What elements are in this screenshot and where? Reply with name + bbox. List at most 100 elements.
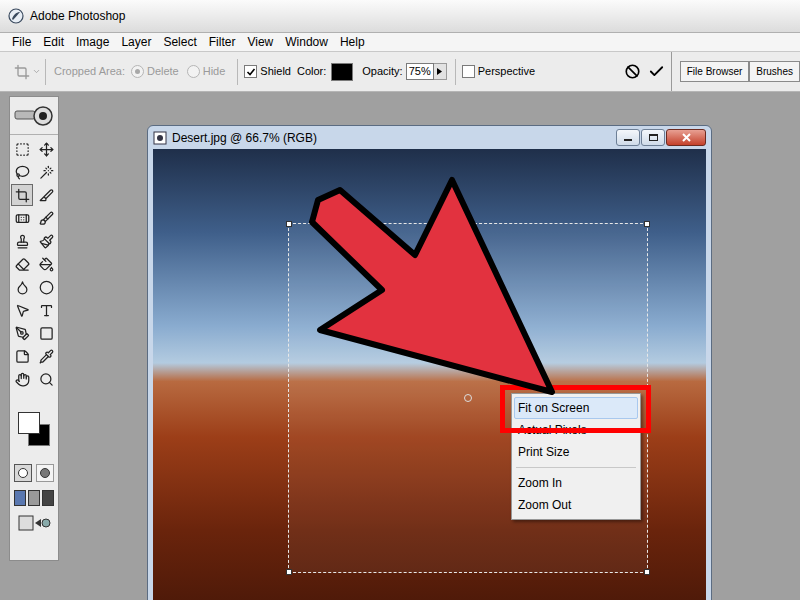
- tool-button[interactable]: [35, 161, 57, 183]
- minimize-button[interactable]: [616, 129, 640, 146]
- mask-mode-buttons: [14, 464, 54, 482]
- tool-button[interactable]: [35, 345, 57, 367]
- tool-icon: [39, 372, 54, 387]
- shield-color-swatch[interactable]: [331, 63, 353, 81]
- color-label: Color:: [297, 63, 326, 80]
- tool-button[interactable]: [35, 322, 57, 344]
- tool-button[interactable]: [11, 345, 33, 367]
- palette-tab[interactable]: Brushes: [749, 61, 800, 82]
- cancel-icon[interactable]: [625, 64, 640, 79]
- triangle-right-icon: [437, 68, 442, 75]
- mode-circle-icon: [18, 468, 28, 478]
- context-menu-item[interactable]: Zoom In: [514, 472, 638, 494]
- tool-button[interactable]: [35, 368, 57, 390]
- menu-item[interactable]: Help: [334, 33, 371, 51]
- desert-photo: [153, 149, 706, 600]
- tool-icon: [39, 349, 54, 364]
- menu-item[interactable]: Select: [157, 33, 202, 51]
- context-menu-item[interactable]: Zoom Out: [514, 494, 638, 516]
- tool-button[interactable]: [11, 207, 33, 229]
- annotation-arrow-icon: [0, 0, 800, 600]
- menu-separator: [516, 467, 636, 468]
- jump-to-imageready-icon[interactable]: [17, 513, 51, 533]
- close-button[interactable]: [666, 129, 706, 146]
- crop-tool-preset[interactable]: [14, 64, 41, 80]
- crop-handle[interactable]: [286, 569, 292, 575]
- tool-icon: [15, 372, 30, 387]
- tool-icon: [39, 211, 54, 226]
- tool-icon: [39, 280, 54, 295]
- maximize-button[interactable]: [641, 129, 665, 146]
- standard-mode-button[interactable]: [14, 464, 32, 482]
- maximize-icon: [649, 134, 658, 141]
- context-menu-item[interactable]: Print Size: [514, 441, 638, 463]
- tool-icon: [15, 188, 30, 203]
- tool-button[interactable]: [35, 253, 57, 275]
- radio-label: Hide: [203, 63, 226, 80]
- menu-item[interactable]: Filter: [203, 33, 242, 51]
- tool-button[interactable]: [11, 230, 33, 252]
- menu-item[interactable]: File: [6, 33, 37, 51]
- palette-tab[interactable]: File Browser: [680, 61, 750, 82]
- opacity-field[interactable]: 75%: [406, 63, 434, 80]
- menu-item[interactable]: Image: [70, 33, 115, 51]
- tool-button[interactable]: [35, 276, 57, 298]
- dropdown-arrow-icon: [32, 67, 41, 76]
- screen-mode-full-menu-icon[interactable]: [28, 490, 40, 506]
- tool-button[interactable]: [11, 299, 33, 321]
- tool-button[interactable]: [11, 368, 33, 390]
- tool-button[interactable]: [11, 322, 33, 344]
- imageready-icon: [17, 513, 51, 533]
- perspective-option[interactable]: Perspective: [462, 63, 535, 80]
- opacity-slider-button[interactable]: [434, 63, 447, 80]
- menu-item[interactable]: Edit: [37, 33, 70, 51]
- separator: [237, 59, 238, 85]
- separator: [45, 59, 46, 85]
- foreground-color-swatch[interactable]: [18, 412, 40, 434]
- tool-button[interactable]: [11, 276, 33, 298]
- menu-item[interactable]: Window: [279, 33, 334, 51]
- context-menu-item[interactable]: Fit on Screen: [514, 397, 638, 419]
- tool-button[interactable]: [35, 299, 57, 321]
- tool-button[interactable]: [11, 138, 33, 160]
- document-window: Desert.jpg @ 66.7% (RGB): [147, 125, 712, 600]
- shield-checkbox[interactable]: [244, 65, 257, 78]
- menu-item[interactable]: Layer: [115, 33, 157, 51]
- options-bar: Cropped Area:DeleteHideShieldColor:Opaci…: [0, 52, 800, 92]
- window-controls: [616, 129, 706, 146]
- radio-option[interactable]: Hide: [187, 63, 226, 80]
- crop-handle[interactable]: [644, 221, 650, 227]
- toolbox-header[interactable]: [10, 97, 58, 135]
- tool-button[interactable]: [35, 138, 57, 160]
- menu-item[interactable]: View: [241, 33, 279, 51]
- crop-handle[interactable]: [644, 569, 650, 575]
- minimize-icon: [624, 139, 632, 141]
- photoshop-eye-logo-icon: [13, 103, 55, 129]
- context-menu: Fit on ScreenActual PixelsPrint SizeZoom…: [511, 393, 641, 520]
- tool-button[interactable]: [35, 230, 57, 252]
- quick-mask-button[interactable]: [36, 464, 54, 482]
- radio-option[interactable]: Delete: [131, 63, 179, 80]
- tool-icon: [39, 257, 54, 272]
- crop-center-icon[interactable]: [464, 394, 472, 402]
- tool-icon: [39, 234, 54, 249]
- tool-button[interactable]: [11, 184, 33, 206]
- radio-label: Delete: [147, 63, 179, 80]
- tool-icon: [15, 211, 30, 226]
- screen-mode-full-icon[interactable]: [42, 490, 54, 506]
- tool-button[interactable]: [35, 184, 57, 206]
- tool-button[interactable]: [11, 161, 33, 183]
- perspective-checkbox[interactable]: [462, 65, 475, 78]
- tool-icon: [15, 280, 30, 295]
- radio-button[interactable]: [131, 65, 144, 78]
- menu-group: Zoom InZoom Out: [514, 463, 638, 516]
- radio-button[interactable]: [187, 65, 200, 78]
- tool-button[interactable]: [35, 207, 57, 229]
- crop-handle[interactable]: [286, 221, 292, 227]
- document-title-bar: Desert.jpg @ 66.7% (RGB): [153, 126, 706, 149]
- screen-mode-standard-icon[interactable]: [14, 490, 26, 506]
- shield-option[interactable]: Shield: [244, 63, 291, 80]
- tool-button[interactable]: [11, 253, 33, 275]
- commit-icon[interactable]: [648, 63, 665, 80]
- tool-icon: [39, 326, 54, 341]
